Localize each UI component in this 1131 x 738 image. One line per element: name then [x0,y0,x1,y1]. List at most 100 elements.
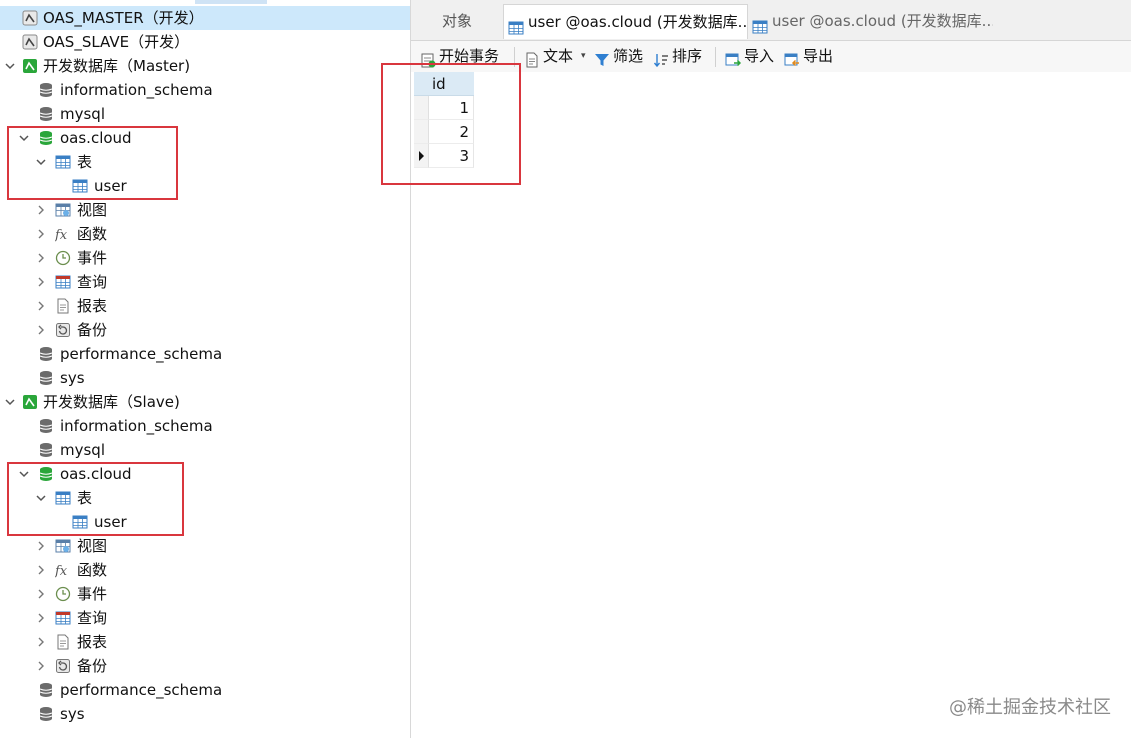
nav-scroll-indicator [195,0,267,4]
chevron-right-icon[interactable] [35,612,47,624]
chevron-right-icon[interactable] [35,636,47,648]
database-label: information_schema [60,81,213,99]
node-events[interactable]: 事件 [0,246,410,270]
node-backups[interactable]: 备份 [0,318,410,342]
chevron-right-icon[interactable] [35,228,47,240]
view-icon [55,538,71,554]
node-functions[interactable]: fx 函数 [0,222,410,246]
transaction-icon [420,48,436,68]
node-reports[interactable]: 报表 [0,630,410,654]
node-reports[interactable]: 报表 [0,294,410,318]
database-sys[interactable]: sys [0,702,410,726]
database-sys[interactable]: sys [0,366,410,390]
tab-label: user @oas.cloud (开发数据库... [772,12,993,30]
sort-button[interactable]: 排序 [653,41,708,72]
tab-user-2[interactable]: user @oas.cloud (开发数据库... [748,4,993,39]
database-label: performance_schema [60,681,223,699]
text-button[interactable]: 文本 ▾ [524,41,588,72]
svg-text:fx: fx [55,228,68,242]
database-icon [38,370,54,386]
database-label: sys [60,705,85,723]
button-label: 筛选 [613,47,644,65]
database-performance-schema[interactable]: performance_schema [0,342,410,366]
node-label: 报表 [77,633,108,651]
button-label: 文本 [543,47,574,65]
text-doc-icon [524,48,540,68]
content-area: 对象 user @oas.cloud (开发数据库... user @oas.c… [381,0,1131,738]
node-label: 报表 [77,297,108,315]
database-label: information_schema [60,417,213,435]
connection-label: OAS_SLAVE（开发） [43,33,190,51]
filter-icon [594,48,610,66]
highlight-box-slave-user [7,462,184,536]
connection-label: 开发数据库（Master) [43,57,191,75]
chevron-right-icon[interactable] [35,540,47,552]
node-views[interactable]: 视图 [0,534,410,558]
connection-oas-master[interactable]: OAS_MASTER（开发） [0,6,410,30]
chevron-right-icon[interactable] [35,564,47,576]
connection-dev-slave[interactable]: 开发数据库（Slave) [0,390,410,414]
database-information-schema[interactable]: information_schema [0,414,410,438]
report-icon [55,298,71,314]
tab-label: 对象 [442,12,473,30]
node-functions[interactable]: fx 函数 [0,558,410,582]
connection-label: OAS_MASTER（开发） [43,9,204,27]
chevron-right-icon[interactable] [35,588,47,600]
database-icon [38,346,54,362]
tab-bar: 对象 user @oas.cloud (开发数据库... user @oas.c… [411,0,1131,41]
node-label: 查询 [77,273,108,291]
chevron-down-icon[interactable] [4,396,16,408]
node-label: 查询 [77,609,108,627]
chevron-right-icon[interactable] [35,276,47,288]
button-label: 导入 [744,47,775,65]
chevron-down-icon[interactable] [4,60,16,72]
filter-button[interactable]: 筛选 [594,41,649,72]
database-information-schema[interactable]: information_schema [0,78,410,102]
node-queries[interactable]: 查询 [0,606,410,630]
chevron-right-icon[interactable] [35,252,47,264]
tab-objects[interactable]: 对象 [411,4,503,39]
backup-icon [55,322,71,338]
connection-label: 开发数据库（Slave) [43,393,180,411]
database-performance-schema[interactable]: performance_schema [0,678,410,702]
node-events[interactable]: 事件 [0,582,410,606]
button-label: 导出 [803,47,834,65]
database-label: sys [60,369,85,387]
function-icon: fx [55,226,71,242]
query-icon [55,610,71,626]
database-label: mysql [60,441,105,459]
dropdown-caret-icon[interactable]: ▾ [581,41,586,72]
node-queries[interactable]: 查询 [0,270,410,294]
export-button[interactable]: 导出 [784,41,839,72]
chevron-right-icon[interactable] [35,324,47,336]
database-mysql[interactable]: mysql [0,438,410,462]
tab-label: user @oas.cloud (开发数据库... [528,13,748,31]
button-label: 排序 [672,47,703,65]
highlight-box-master-user [7,126,178,200]
function-icon: fx [55,562,71,578]
import-button[interactable]: 导入 [725,41,780,72]
database-mysql[interactable]: mysql [0,102,410,126]
database-icon [38,442,54,458]
node-label: 函数 [77,561,108,579]
import-icon [725,48,742,67]
clock-icon [55,586,71,602]
navigator-panel: OAS_MASTER（开发） OAS_SLAVE（开发） 开发数据库（Maste… [0,0,411,738]
connection-oas-slave[interactable]: OAS_SLAVE（开发） [0,30,410,54]
database-icon [38,106,54,122]
database-label: performance_schema [60,345,223,363]
database-icon [38,418,54,434]
tab-user-active[interactable]: user @oas.cloud (开发数据库... [503,4,748,39]
chevron-right-icon[interactable] [35,300,47,312]
database-icon [38,82,54,98]
connection-dev-master[interactable]: 开发数据库（Master) [0,54,410,78]
query-icon [55,274,71,290]
backup-icon [55,658,71,674]
node-backups[interactable]: 备份 [0,654,410,678]
svg-text:fx: fx [55,564,68,578]
chevron-right-icon[interactable] [35,204,47,216]
chevron-right-icon[interactable] [35,660,47,672]
database-label: mysql [60,105,105,123]
node-label: 事件 [77,585,108,603]
node-views[interactable]: 视图 [0,198,410,222]
